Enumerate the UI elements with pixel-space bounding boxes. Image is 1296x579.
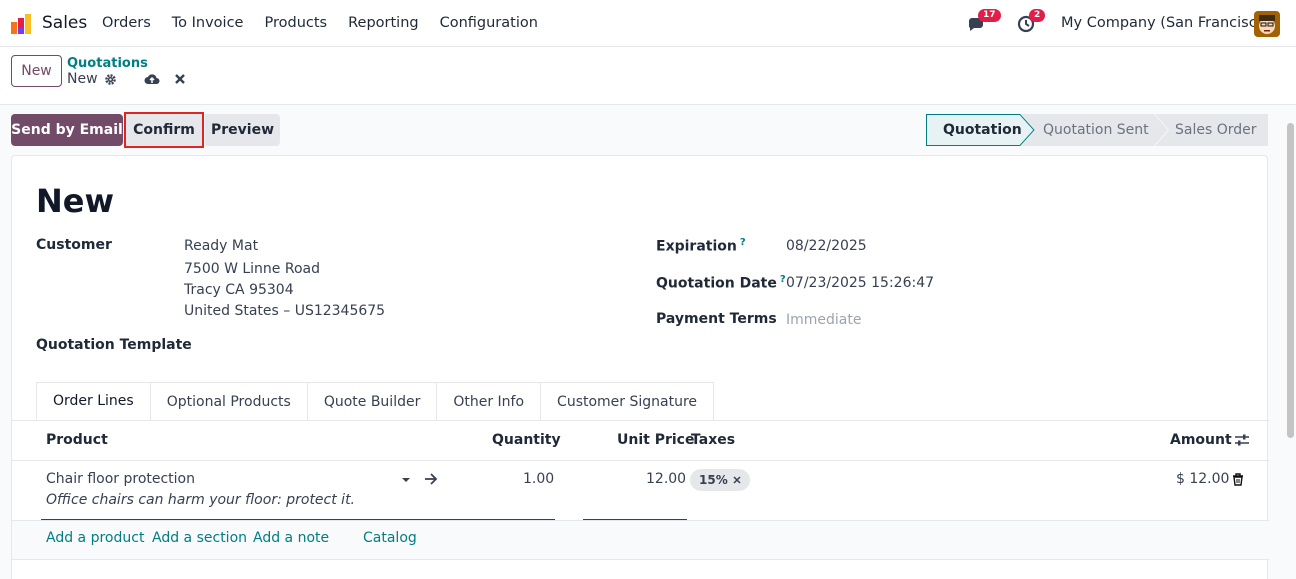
stage-quotation-sent[interactable]: Quotation Sent xyxy=(1043,122,1149,138)
breadcrumb-current-label: New xyxy=(67,71,98,87)
payment-terms-field[interactable]: Immediate xyxy=(786,312,861,328)
arrow-right-icon[interactable] xyxy=(424,473,438,485)
tabs-divider xyxy=(12,420,1269,421)
chevron-down-icon[interactable] xyxy=(401,476,411,484)
quantity-cell[interactable]: 1.00 xyxy=(523,471,554,487)
header-divider xyxy=(12,460,1269,461)
tab-order-lines[interactable]: Order Lines xyxy=(36,382,151,420)
control-panel: New Quotations New xyxy=(0,47,1296,105)
confirm-button[interactable]: Confirm xyxy=(124,112,204,148)
add-note-link[interactable]: Add a note xyxy=(253,530,329,546)
vertical-scrollbar[interactable] xyxy=(1287,123,1294,438)
column-header-product[interactable]: Product xyxy=(46,432,108,448)
expiration-label: Expiration? xyxy=(656,237,746,255)
tax-tag[interactable]: 15% xyxy=(690,469,750,491)
user-avatar[interactable] xyxy=(1254,11,1280,37)
main-menu: Orders To Invoice Products Reporting Con… xyxy=(102,15,559,31)
messages-count-badge: 17 xyxy=(978,9,1001,22)
help-tooltip-icon[interactable]: ? xyxy=(740,237,746,248)
customer-address-line3: United States – US12345675 xyxy=(184,303,386,319)
messages-button[interactable]: 17 xyxy=(966,9,1001,34)
menu-orders[interactable]: Orders xyxy=(102,15,151,31)
tab-customer-signature[interactable]: Customer Signature xyxy=(540,382,715,420)
add-section-link[interactable]: Add a section xyxy=(152,530,247,546)
amount-cell: $ 12.00 xyxy=(1176,471,1230,487)
trash-icon[interactable] xyxy=(1232,473,1244,486)
cloud-upload-icon[interactable] xyxy=(144,72,160,86)
product-description[interactable]: Office chairs can harm your floor: prote… xyxy=(46,492,355,508)
payment-terms-label: Payment Terms xyxy=(656,311,777,327)
notebook-tabs: Order Lines Optional Products Quote Buil… xyxy=(36,382,715,420)
record-title[interactable]: New xyxy=(36,182,114,220)
breadcrumb-current: New xyxy=(67,71,117,87)
quotation-template-label: Quotation Template xyxy=(36,337,192,353)
record-actions xyxy=(144,72,186,86)
help-tooltip-icon[interactable]: ? xyxy=(780,274,786,285)
tab-other-info[interactable]: Other Info xyxy=(436,382,542,420)
company-switcher[interactable]: My Company (San Francisco) xyxy=(1061,15,1271,31)
add-product-link[interactable]: Add a product xyxy=(46,530,144,546)
column-header-taxes[interactable]: Taxes xyxy=(691,432,735,448)
tax-tag-label: 15% xyxy=(699,473,728,487)
quotation-date-label: Quotation Date? xyxy=(656,274,786,292)
menu-products[interactable]: Products xyxy=(264,15,327,31)
unit-price-cell[interactable]: 12.00 xyxy=(646,471,686,487)
stage-sales-order[interactable]: Sales Order xyxy=(1175,122,1257,138)
activities-count-badge: 2 xyxy=(1029,9,1046,22)
form-action-bar: Send by Email Confirm Preview Quotation … xyxy=(0,106,1296,154)
customer-name[interactable]: Ready Mat xyxy=(184,238,258,254)
gear-icon[interactable] xyxy=(104,73,117,86)
tab-quote-builder[interactable]: Quote Builder xyxy=(306,382,438,420)
new-record-button[interactable]: New xyxy=(11,55,62,87)
menu-to-invoice[interactable]: To Invoice xyxy=(172,15,244,31)
customer-address-line1: 7500 W Linne Road xyxy=(184,261,321,277)
remove-tag-x-icon[interactable] xyxy=(733,476,741,484)
menu-reporting[interactable]: Reporting xyxy=(348,15,419,31)
sales-app-logo-icon[interactable] xyxy=(10,13,32,35)
optional-columns-toggle-icon[interactable] xyxy=(1234,433,1250,447)
send-by-email-button[interactable]: Send by Email xyxy=(11,114,123,146)
stage-quotation[interactable]: Quotation xyxy=(943,122,1022,138)
column-header-amount[interactable]: Amount xyxy=(1170,432,1232,448)
discard-x-icon[interactable] xyxy=(174,72,186,86)
breadcrumb-quotations[interactable]: Quotations xyxy=(67,56,148,71)
product-cell[interactable]: Chair floor protection xyxy=(46,471,195,487)
quotation-date-field[interactable]: 07/23/2025 15:26:47 xyxy=(786,275,934,291)
column-header-quantity[interactable]: Quantity xyxy=(492,432,561,448)
customer-address-line2: Tracy CA 95304 xyxy=(184,282,294,298)
column-header-unit-price[interactable]: Unit Price xyxy=(617,432,694,448)
top-navbar: Sales Orders To Invoice Products Reporti… xyxy=(0,0,1296,47)
form-sheet: New Customer Ready Mat 7500 W Linne Road… xyxy=(11,155,1269,579)
app-name[interactable]: Sales xyxy=(42,13,87,33)
catalog-link[interactable]: Catalog xyxy=(363,530,417,546)
customer-label: Customer xyxy=(36,237,112,253)
activities-button[interactable]: 2 xyxy=(1017,9,1046,34)
preview-button[interactable]: Preview xyxy=(205,114,280,146)
user-face-icon xyxy=(1254,11,1280,37)
expiration-field[interactable]: 08/22/2025 xyxy=(786,238,867,254)
menu-configuration[interactable]: Configuration xyxy=(440,15,538,31)
tab-optional-products[interactable]: Optional Products xyxy=(149,382,308,420)
